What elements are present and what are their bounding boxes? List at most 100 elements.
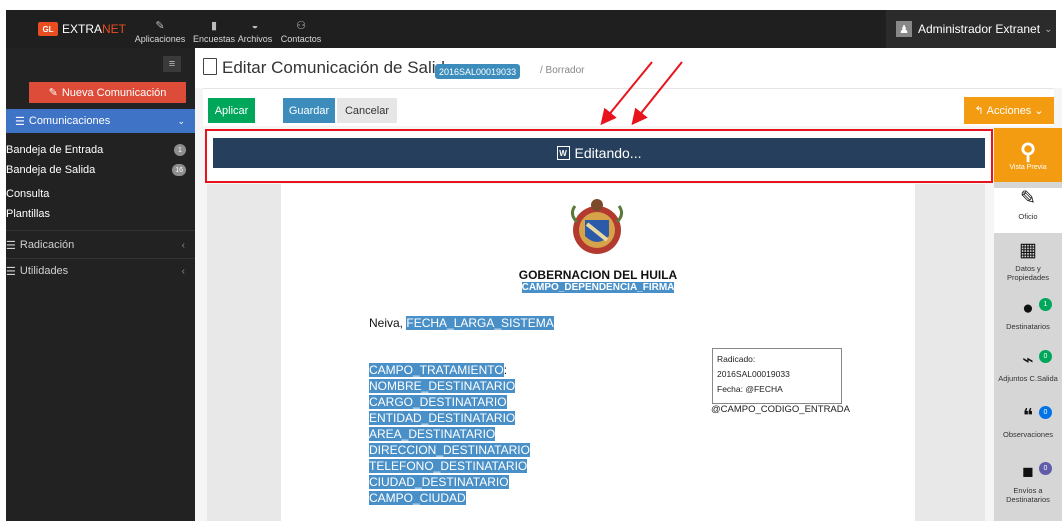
sidebar-item-bandeja-entrada[interactable]: Bandeja de Entrada 1 (6, 140, 195, 160)
sidebar-item-label: Comunicaciones (28, 115, 111, 127)
count-badge: 16 (172, 164, 186, 176)
sidebar-item-comunicaciones[interactable]: ☰ Comunicaciones ⌄ (6, 109, 195, 133)
field-text: TELEFONO_DESTINATARIO (369, 459, 528, 473)
panel-item-adjuntos[interactable]: ⌁ Adjuntos C.Salida 0 (994, 350, 1062, 394)
nav-label: Encuestas (192, 34, 236, 44)
codigo-field: @CAMPO_CODIGO_ENTRADA (711, 404, 850, 415)
panel-item-observaciones[interactable]: ❝ Observaciones 0 (994, 406, 1062, 448)
recipient-field: CAMPO_CIUDAD (369, 491, 466, 505)
panel-item-label: Envíos a Destinatarios (1006, 486, 1050, 504)
recipient-field: CIUDAD_DESTINATARIO (369, 475, 509, 489)
nav-encuestas[interactable]: ▮ Encuestas (192, 10, 236, 48)
sidebar-item-label: Utilidades (19, 265, 69, 277)
app-frame: GL EXTRA NET ✎ Aplicaciones ▮ Encuestas ◒… (0, 0, 1062, 521)
user-menu[interactable]: ♟ Administrador Extranet ⌄ (886, 10, 1056, 48)
nav-label: Contactos (280, 34, 322, 44)
dependencia-field: CAMPO_DEPENDENCIA_FIRMA (281, 282, 915, 293)
user-icon: ● (1022, 298, 1034, 319)
aplicar-button[interactable]: Aplicar (208, 98, 255, 123)
count-badge: 1 (174, 144, 186, 156)
sidebar-item-label: Consulta (6, 188, 50, 200)
brand-name-part2: NET (102, 22, 127, 36)
nav-label: Aplicaciones (134, 34, 186, 44)
sidebar-item-label: Radicación (19, 239, 75, 251)
new-communication-button[interactable]: ✎ Nueva Comunicación (29, 82, 186, 103)
sidebar-item-radicacion[interactable]: ☰ Radicación ‹ (6, 233, 195, 257)
radicado-box: Radicado: 2016SAL00019033 Fecha: @FECHA (712, 348, 842, 404)
field-text: CARGO_DESTINATARIO (369, 395, 507, 409)
user-name: Administrador Extranet (918, 22, 1041, 36)
nav-aplicaciones[interactable]: ✎ Aplicaciones (132, 10, 188, 48)
brand-name-part1: EXTRA (62, 22, 103, 36)
right-panel: ⚲ Vista Previa ✎ Oficio ▦ Datos y Propie… (994, 128, 1062, 521)
panel-item-envios[interactable]: ■ Envíos a Destinatarios 0 (994, 462, 1062, 516)
chevron-left-icon: ‹ (181, 265, 185, 277)
date-field: FECHA_LARGA_SISTEMA (406, 316, 554, 330)
sidebar-item-consulta[interactable]: Consulta (6, 184, 195, 204)
panel-item-label: Destinatarios (1006, 322, 1050, 331)
user-icon: ♟ (896, 21, 912, 37)
main-content: Editar Comunicación de Salida 2016SAL000… (195, 48, 1062, 521)
acciones-label: Acciones (986, 104, 1032, 117)
list-icon: ☰ (15, 115, 25, 128)
sidebar-item-label: Bandeja de Entrada (6, 144, 104, 156)
count-badge: 0 (1039, 406, 1052, 419)
divider (6, 230, 195, 231)
field-text: CAMPO_DEPENDENCIA_FIRMA (521, 282, 675, 293)
status-text: / Borrador (540, 65, 585, 76)
sidebar-item-bandeja-salida[interactable]: Bandeja de Salida 16 (6, 160, 195, 180)
pencil-icon: ✎ (48, 87, 58, 99)
panel-item-oficio[interactable]: ✎ Oficio (994, 188, 1062, 233)
panel-item-datos[interactable]: ▦ Datos y Propiedades (994, 240, 1062, 288)
reply-icon: ↰ (974, 105, 984, 117)
cancelar-button[interactable]: Cancelar (337, 98, 397, 123)
field-text: NOMBRE_DESTINATARIO (369, 379, 516, 393)
acciones-button[interactable]: ↰ Acciones ⌄ (964, 97, 1054, 124)
users-icon: ⚇ (296, 20, 306, 32)
guardar-button[interactable]: Guardar (283, 98, 335, 123)
document-viewer[interactable]: GOBERNACION DEL HUILA CAMPO_DEPENDENCIA_… (207, 184, 985, 521)
grid-icon: ▦ (1019, 240, 1037, 261)
truck-icon: ■ (1022, 462, 1034, 483)
recipient-field: DIRECCION_DESTINATARIO (369, 443, 530, 457)
count-badge: 0 (1039, 350, 1052, 363)
document-icon (203, 58, 217, 75)
recipient-field: TELEFONO_DESTINATARIO (369, 459, 528, 473)
search-icon: ⚲ (1019, 138, 1037, 164)
vista-previa-label: Vista Previa (1009, 163, 1047, 171)
radicado-label: Radicado: (717, 354, 756, 364)
action-toolbar: Aplicar Guardar Cancelar ↰ Acciones ⌄ (203, 88, 1054, 126)
chevron-down-icon: ⌄ (1044, 23, 1053, 35)
sidebar-item-utilidades[interactable]: ☰ Utilidades ‹ (6, 259, 195, 283)
field-text: CIUDAD_DESTINATARIO (369, 475, 509, 489)
date-line: Neiva, FECHA_LARGA_SISTEMA (369, 316, 554, 330)
editor-status-label: Editando... (574, 145, 642, 161)
colon-text: : (503, 363, 508, 377)
editor-status-bar[interactable]: W Editando... (213, 138, 985, 168)
sidebar: ≡ ✎ Nueva Comunicación ☰ Comunicaciones … (6, 48, 195, 521)
chevron-left-icon: ‹ (181, 239, 185, 251)
organization-name: GOBERNACION DEL HUILA (518, 268, 678, 282)
field-text: DIRECCION_DESTINATARIO (369, 443, 530, 457)
menu-toggle-icon[interactable]: ≡ (163, 56, 181, 72)
document-page: GOBERNACION DEL HUILA CAMPO_DEPENDENCIA_… (281, 184, 915, 521)
pencil-icon: ✎ (155, 20, 165, 32)
panel-item-destinatarios[interactable]: ● Destinatarios 1 (994, 298, 1062, 340)
panel-item-label: Datos y Propiedades (1006, 264, 1050, 282)
chevron-down-icon: ⌄ (177, 115, 185, 126)
field-text: ENTIDAD_DESTINATARIO (369, 411, 516, 425)
fecha-label: Fecha: @FECHA (717, 384, 783, 394)
count-badge: 1 (1039, 298, 1052, 311)
recipient-field: CARGO_DESTINATARIO (369, 395, 507, 409)
highlight-box: W Editando... (205, 129, 993, 183)
sidebar-item-plantillas[interactable]: Plantillas (6, 204, 195, 224)
vista-previa-button[interactable]: ⚲ Vista Previa (994, 128, 1062, 182)
coat-of-arms-logo (570, 199, 624, 254)
comments-icon: ❝ (1022, 406, 1034, 427)
nav-archivos[interactable]: ◒ Archivos (234, 10, 276, 48)
nav-contactos[interactable]: ⚇ Contactos (278, 10, 324, 48)
page-header: Editar Comunicación de Salida 2016SAL000… (195, 48, 1062, 88)
recipient-field: CAMPO_TRATAMIENTO: (369, 363, 507, 377)
recipient-field: AREA_DESTINATARIO (369, 427, 496, 441)
radicado-value: 2016SAL00019033 (717, 369, 790, 379)
